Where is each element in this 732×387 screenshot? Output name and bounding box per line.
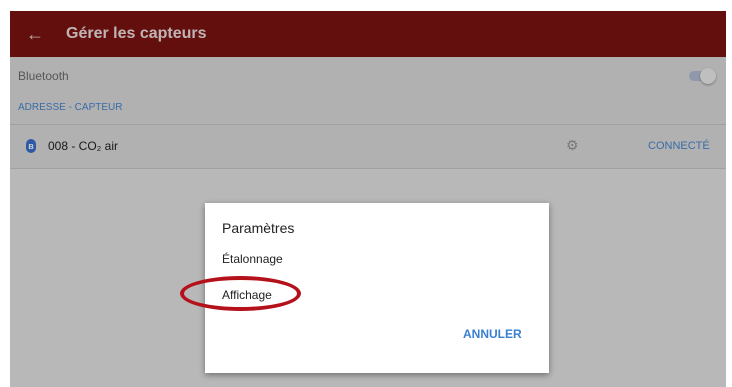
app-window: ← Gérer les capteurs Bluetooth ADRESSE -… bbox=[10, 11, 726, 387]
settings-dialog: Paramètres Étalonnage Affichage ANNULER bbox=[180, 203, 549, 373]
highlight-ring bbox=[180, 276, 301, 311]
cancel-button[interactable]: ANNULER bbox=[463, 327, 522, 341]
option-calibration[interactable]: Étalonnage bbox=[222, 252, 283, 266]
dialog-title: Paramètres bbox=[222, 220, 295, 236]
